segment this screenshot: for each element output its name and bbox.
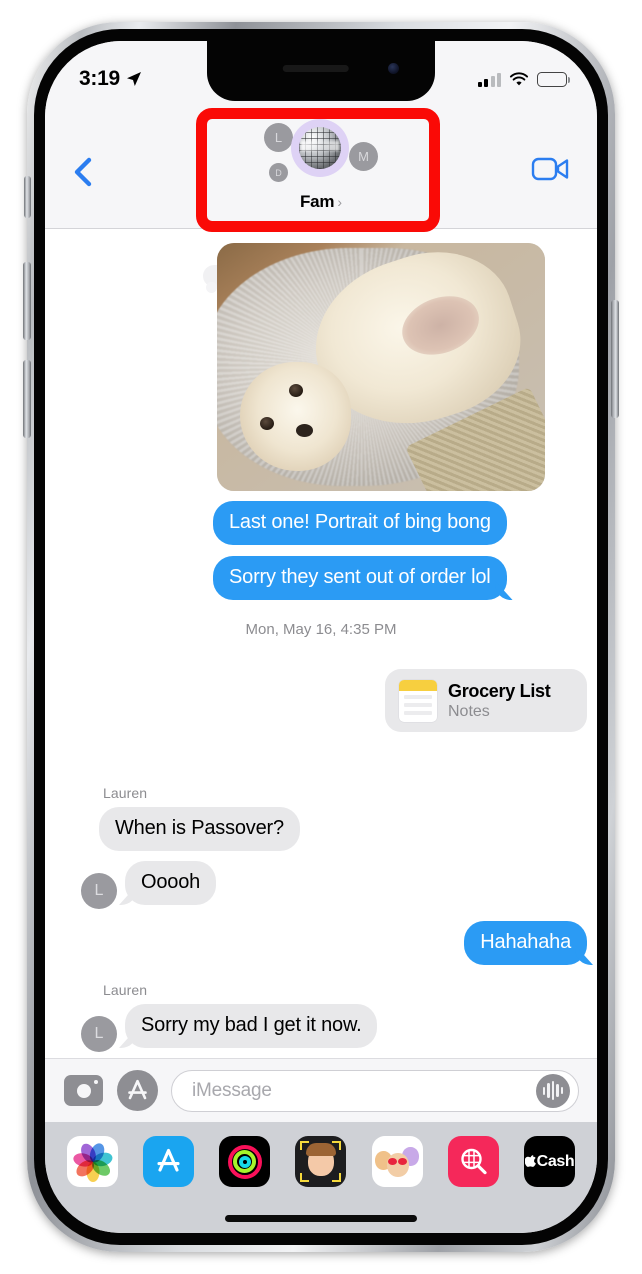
sender-avatar: L — [81, 873, 117, 909]
facetime-button[interactable] — [531, 155, 571, 189]
app-store-button[interactable] — [117, 1070, 158, 1111]
notes-link-title: Grocery List — [448, 680, 551, 701]
message-bubble-received[interactable]: When is Passover? — [99, 807, 300, 851]
message-bubble-sent[interactable]: Hahahaha — [464, 921, 587, 965]
message-list[interactable]: Last one! Portrait of bing bong Sorry th… — [45, 229, 597, 1058]
message-bubble-received[interactable]: Sorry my bad I get it now. — [125, 1004, 378, 1048]
group-header-button[interactable]: L M D Fam › — [227, 113, 415, 223]
app-icon-photos[interactable] — [67, 1136, 118, 1187]
app-store-app-icon — [157, 1148, 180, 1172]
disco-ball-avatar-icon — [291, 119, 349, 177]
member-avatar-d: D — [269, 163, 288, 182]
apple-logo-icon — [524, 1155, 536, 1167]
facetime-video-icon — [531, 157, 569, 181]
image-search-app-icon — [461, 1148, 487, 1175]
photos-app-icon — [71, 1140, 114, 1182]
front-camera-icon — [388, 63, 399, 74]
apple-cash-app-icon: Cash — [524, 1152, 575, 1171]
status-indicators — [477, 71, 570, 87]
status-time: 3:19 — [79, 67, 142, 91]
member-avatar-l: L — [264, 123, 293, 152]
sender-label: Lauren — [103, 982, 148, 998]
volume-down-button[interactable] — [23, 360, 31, 438]
phone-screen: 3:19 L M D Fam › Last one! Portrait of b… — [45, 41, 597, 1233]
message-bubble-received[interactable]: Ooooh — [125, 861, 217, 905]
app-icon-image-search[interactable] — [447, 1136, 499, 1187]
notes-app-icon — [399, 679, 437, 722]
notes-link-preview[interactable]: Grocery List Notes — [385, 669, 587, 732]
chevron-right-icon: › — [337, 194, 343, 210]
home-indicator[interactable] — [225, 1215, 417, 1222]
sender-label: Lauren — [103, 785, 148, 801]
group-avatar-cluster: L M D — [236, 113, 406, 191]
cellular-signal-icon — [477, 72, 501, 87]
memoji-app-icon — [305, 1143, 336, 1176]
message-bubble-sent[interactable]: Sorry they sent out of order lol — [213, 556, 507, 600]
app-icon-memoji-stickers[interactable] — [371, 1136, 423, 1187]
status-time-text: 3:19 — [79, 67, 120, 90]
app-store-icon — [128, 1079, 147, 1100]
activity-rings-app-icon — [227, 1144, 262, 1179]
photo-message[interactable] — [217, 243, 545, 491]
notes-link-text: Grocery List Notes — [448, 680, 551, 721]
notes-link-app: Notes — [448, 702, 490, 720]
app-icon-memoji[interactable] — [295, 1136, 347, 1187]
apple-cash-label: Cash — [536, 1152, 575, 1170]
member-avatar-m: M — [349, 142, 378, 171]
location-arrow-icon — [126, 72, 141, 86]
volume-up-button[interactable] — [23, 262, 31, 340]
camera-button[interactable] — [63, 1070, 104, 1111]
group-title-row: Fam › — [300, 192, 342, 212]
message-input-bar: iMessage — [45, 1058, 597, 1122]
notch — [207, 41, 435, 101]
camera-icon — [64, 1075, 103, 1106]
app-icon-apple-cash[interactable]: Cash — [523, 1136, 575, 1187]
power-button[interactable] — [611, 300, 619, 418]
mute-switch[interactable] — [24, 176, 31, 218]
message-bubble-sent[interactable]: Last one! Portrait of bing bong — [213, 501, 507, 545]
imessage-input-field[interactable]: iMessage — [171, 1069, 579, 1112]
app-icon-activity[interactable] — [219, 1136, 271, 1187]
earpiece-speaker-icon — [282, 65, 349, 72]
memoji-stickers-app-icon — [375, 1144, 420, 1180]
imessage-placeholder: iMessage — [192, 1079, 272, 1101]
conversation-nav-bar: L M D Fam › — [45, 103, 597, 229]
audio-message-button[interactable] — [536, 1073, 570, 1108]
app-icon-app-store[interactable] — [143, 1136, 195, 1187]
battery-icon — [537, 71, 570, 87]
back-button[interactable] — [67, 155, 101, 189]
back-chevron-icon — [74, 157, 92, 187]
conversation-timestamp: Mon, May 16, 4:35 PM — [245, 621, 397, 638]
sender-avatar: L — [81, 1016, 117, 1052]
group-title: Fam — [299, 192, 335, 211]
wifi-icon — [509, 71, 529, 85]
